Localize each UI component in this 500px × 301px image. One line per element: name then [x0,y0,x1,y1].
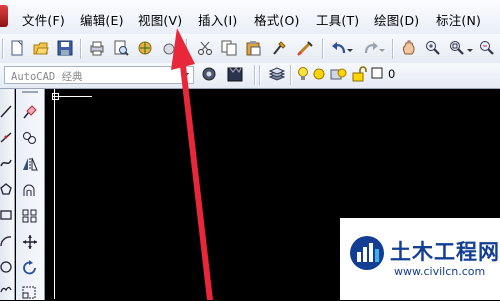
rectangle-icon[interactable] [0,207,12,223]
scale-icon[interactable] [20,283,40,301]
menu-file[interactable]: 文件(F) [22,10,65,29]
redo-dropdown-icon[interactable] [378,39,386,57]
plot-icon[interactable] [88,39,106,57]
publish-icon[interactable] [136,39,154,57]
array-icon[interactable] [20,207,40,225]
save-icon[interactable] [56,39,74,57]
cut-icon[interactable] [196,39,214,57]
toolbar-separator [80,39,82,59]
plot-preview-icon[interactable] [112,39,130,57]
rotate-icon[interactable] [20,259,40,277]
standard-toolbar [0,34,500,64]
revision-cloud-icon[interactable] [0,281,12,297]
arc-icon[interactable] [0,233,12,249]
modify-toolbar [16,89,45,300]
watermark-title: 土木工程网 [390,240,500,264]
menu-edit[interactable]: 编辑(E) [80,10,124,29]
menu-draw[interactable]: 绘图(D) [374,10,419,29]
watermark-url: www.civilcn.com [394,265,486,278]
workspace-layer-toolbar: AutoCAD 经典 0 [0,63,500,89]
menu-view[interactable]: 视图(V) [138,10,182,29]
circle-icon[interactable] [0,259,12,275]
layer-freeze-sun-icon[interactable] [312,65,326,83]
chevron-down-icon[interactable] [181,73,189,78]
layer-color-swatch[interactable] [370,66,384,80]
toolbar-grip[interactable] [22,91,38,93]
erase-icon[interactable] [20,103,40,121]
move-icon[interactable] [20,233,40,251]
ucs-axis-vertical [54,89,55,299]
pan-icon[interactable] [400,39,418,57]
layer-properties-icon[interactable] [268,65,286,83]
workspace-save-icon[interactable] [226,65,244,83]
copy-icon[interactable] [220,39,238,57]
toolbar-separator [322,39,324,59]
ucs-origin-box [52,93,59,100]
layer-viewport-freeze-icon[interactable] [330,65,348,83]
menu-insert[interactable]: 插入(I) [198,10,237,29]
paste-icon[interactable] [244,39,262,57]
zoom-dropdown-icon[interactable] [466,39,474,57]
toolbar-grip[interactable] [254,65,256,85]
open-file-icon[interactable] [32,39,50,57]
zoom-window-icon[interactable] [448,39,466,57]
polyline-icon[interactable] [0,155,12,171]
mirror-icon[interactable] [20,155,40,173]
new-file-icon[interactable] [8,39,26,57]
toolbar-grip[interactable] [259,65,261,85]
match-properties-icon[interactable] [270,39,288,57]
3d-dwf-icon[interactable] [160,39,178,57]
undo-dropdown-icon[interactable] [346,39,354,57]
layer-on-bulb-icon[interactable] [296,65,310,83]
toolbar-separator [392,39,394,59]
construction-line-icon[interactable] [0,129,12,145]
zoom-realtime-icon[interactable] [424,39,442,57]
watermark-logo-icon [350,236,384,270]
menu-tools[interactable]: 工具(T) [316,10,359,29]
workspace-value: AutoCAD 经典 [11,71,83,83]
draw-toolbar [0,89,15,300]
block-editor-icon[interactable] [296,39,314,57]
menu-bar: 文件(F) 编辑(E) 视图(V) 插入(I) 格式(O) 工具(T) 绘图(D… [0,0,500,35]
copy-object-icon[interactable] [20,129,40,147]
layer-lock-icon[interactable] [350,65,368,83]
workspace-settings-icon[interactable] [200,65,218,83]
current-layer-name[interactable]: 0 [388,67,395,81]
zoom-previous-icon[interactable] [478,39,496,57]
polygon-icon[interactable] [0,181,12,197]
app-icon[interactable] [0,5,8,27]
watermark: 土木工程网 www.civilcn.com [340,218,500,300]
toolbar-separator [290,65,292,85]
toolbar-separator [186,39,188,59]
menu-dimension[interactable]: 标注(N) [436,10,481,29]
toolbar-grip[interactable] [2,39,4,59]
offset-icon[interactable] [20,181,40,199]
menu-format[interactable]: 格式(O) [254,10,300,29]
workspace-dropdown[interactable]: AutoCAD 经典 [4,66,194,84]
line-icon[interactable] [0,103,12,119]
